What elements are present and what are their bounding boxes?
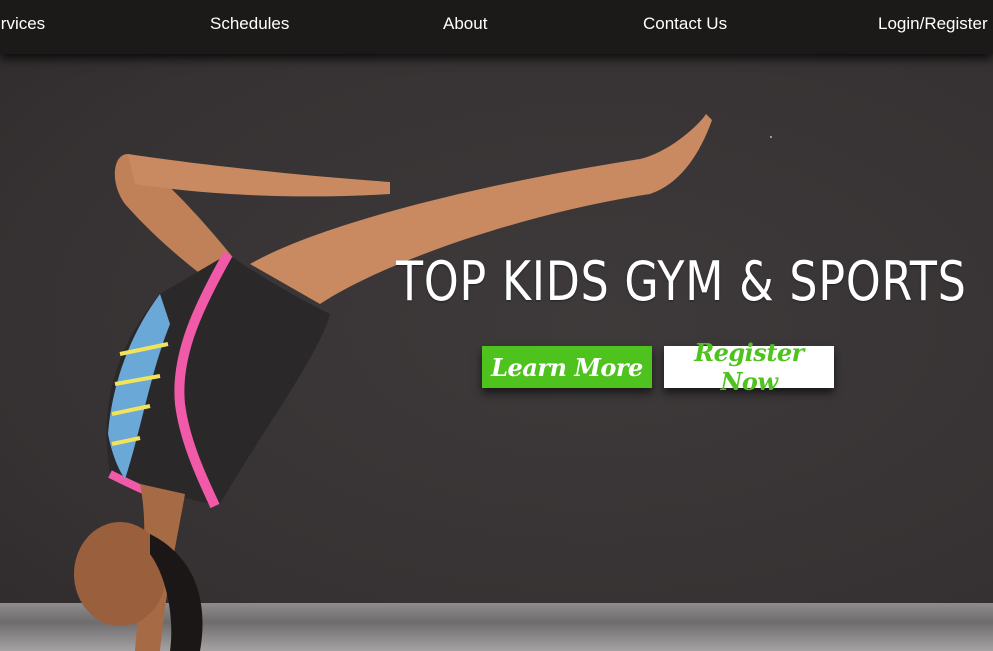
nav-item-contact-us[interactable]: Contact Us bbox=[643, 14, 727, 34]
nav-item-about[interactable]: About bbox=[443, 14, 487, 34]
top-navigation: Services Schedules About Contact Us Logi… bbox=[0, 0, 993, 54]
nav-item-schedules[interactable]: Schedules bbox=[210, 14, 289, 34]
hero-title: TOP KIDS GYM & SPORTS bbox=[396, 250, 967, 313]
learn-more-button[interactable]: Learn More bbox=[482, 346, 652, 388]
hero-banner: TOP KIDS GYM & SPORTS Learn More Registe… bbox=[0, 54, 993, 651]
nav-item-services[interactable]: Services bbox=[0, 14, 45, 34]
register-now-button[interactable]: Register Now bbox=[664, 338, 834, 396]
nav-item-login-register[interactable]: Login/Register bbox=[878, 14, 988, 34]
dust-speck bbox=[770, 136, 772, 138]
